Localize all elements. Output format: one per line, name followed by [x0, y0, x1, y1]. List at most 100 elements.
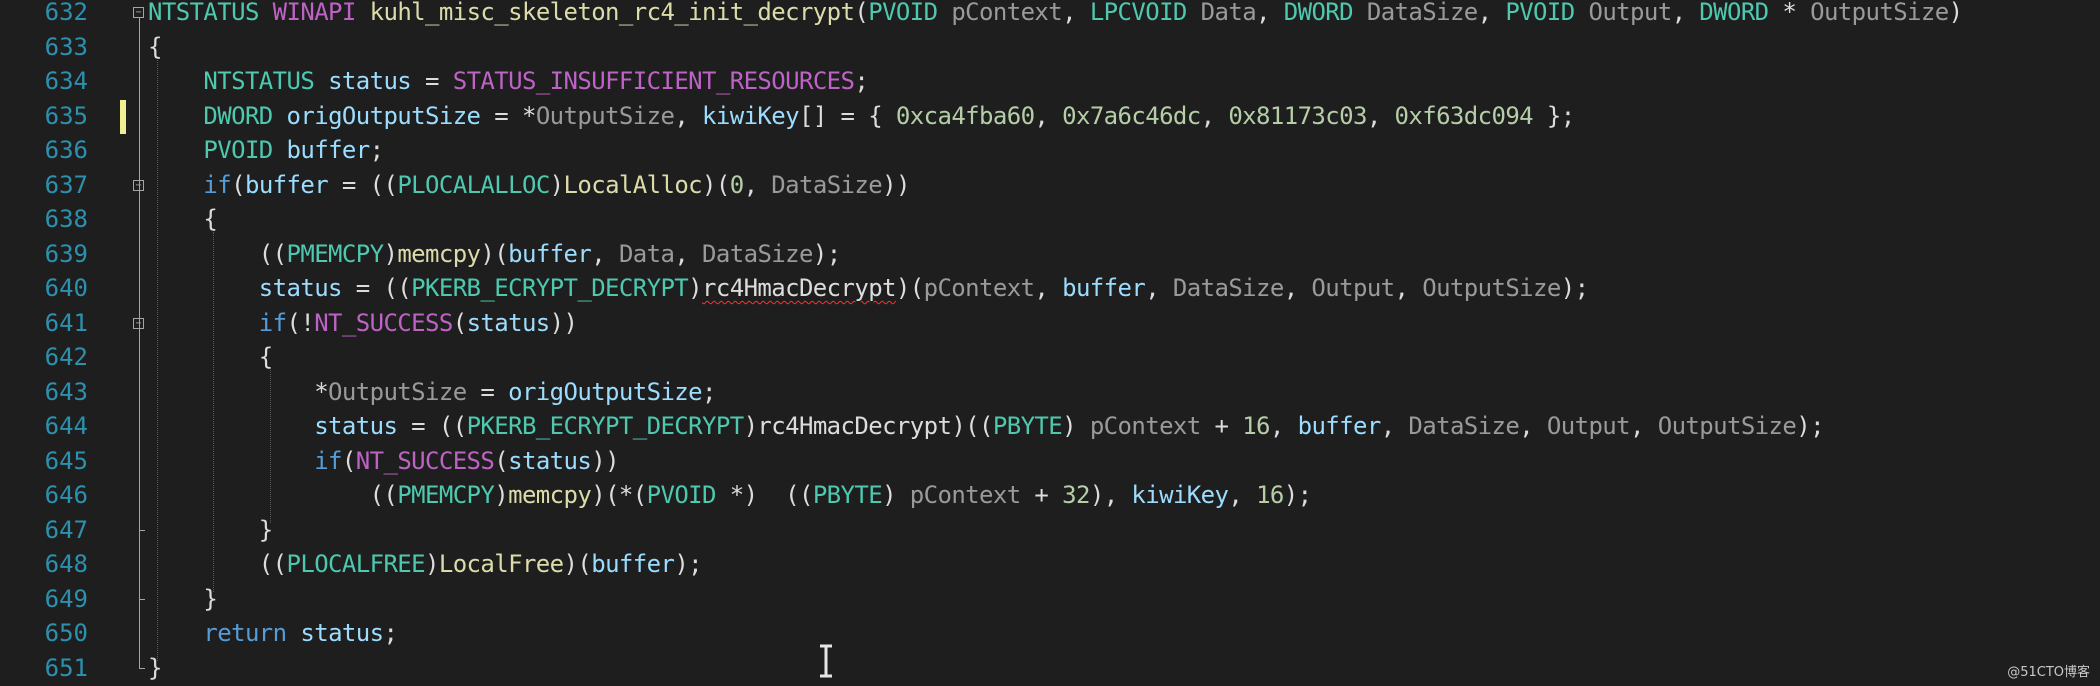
- code-token: NTSTATUS: [148, 0, 259, 26]
- code-token: OutputSize: [1422, 274, 1561, 302]
- line-number: 650: [44, 619, 88, 647]
- line-number: 643: [44, 377, 88, 406]
- code-token: 16: [1242, 412, 1270, 440]
- code-token: (!: [286, 308, 315, 337]
- code-token: ,: [1283, 274, 1312, 302]
- code-token: );: [1283, 481, 1312, 509]
- code-token: Output: [1588, 0, 1672, 26]
- code-token: *: [148, 377, 329, 406]
- code-token: )): [591, 446, 619, 475]
- code-token: ((: [148, 239, 287, 268]
- code-token: ,: [743, 170, 772, 199]
- code-token: ),: [1089, 481, 1132, 509]
- code-token: ): [425, 550, 439, 578]
- code-token: pContext: [1089, 412, 1201, 440]
- code-line[interactable]: }: [148, 513, 273, 548]
- code-token: WINAPI: [272, 0, 357, 26]
- error-squiggle-token: rc4HmacDecrypt: [702, 274, 896, 302]
- code-token: (: [494, 446, 509, 475]
- code-token: if: [203, 170, 232, 199]
- code-token: kuhl_misc_skeleton_rc4_init_decrypt: [369, 0, 855, 26]
- code-token: }: [148, 653, 162, 682]
- code-token: status: [300, 619, 384, 647]
- code-token: (: [231, 170, 245, 199]
- code-token: = ((: [328, 170, 398, 199]
- line-number: 647: [44, 515, 88, 544]
- code-line[interactable]: {: [148, 202, 217, 237]
- code-token: ((: [148, 550, 287, 578]
- code-token: {: [148, 32, 162, 61]
- code-line[interactable]: status = ((PKERB_ECRYPT_DECRYPT)rc4HmacD…: [148, 409, 1824, 444]
- line-number: 640: [44, 274, 88, 302]
- code-line[interactable]: ((PMEMCPY)memcpy)(buffer, Data, DataSize…: [148, 237, 841, 272]
- line-number: 645: [44, 446, 88, 475]
- code-token: PMEMCPY: [286, 239, 385, 268]
- code-line[interactable]: if(buffer = ((PLOCALALLOC)LocalAlloc)(0,…: [148, 168, 910, 203]
- code-token: ): [743, 412, 758, 440]
- code-token: ,: [1394, 274, 1423, 302]
- code-token: STATUS_INSUFFICIENT_RESOURCES: [452, 67, 855, 95]
- line-number: 634: [44, 67, 88, 95]
- code-token: )(*(: [591, 481, 647, 509]
- code-editor[interactable]: 632 633 634 635 636 637 638 639 640 641 642 643 644 6…: [0, 0, 2100, 686]
- code-token: ,: [1366, 101, 1395, 130]
- code-token: status: [314, 412, 398, 440]
- code-line[interactable]: {: [148, 30, 162, 65]
- code-token: if: [258, 308, 287, 337]
- code-token: pContext: [909, 481, 1021, 509]
- code-token: return: [203, 619, 287, 647]
- code-line[interactable]: {: [148, 340, 273, 375]
- code-line[interactable]: NTSTATUS status = STATUS_INSUFFICIENT_RE…: [148, 64, 868, 99]
- code-token: Output: [1546, 412, 1631, 440]
- code-token: ,: [674, 239, 703, 268]
- code-line[interactable]: ((PMEMCPY)memcpy)(*(PVOID *) ((PBYTE) pC…: [148, 478, 1312, 513]
- code-token: 0x7a6c46dc: [1062, 101, 1201, 130]
- code-line[interactable]: PVOID buffer;: [148, 133, 384, 168]
- code-line[interactable]: DWORD origOutputSize = *OutputSize, kiwi…: [148, 99, 1575, 134]
- code-token: ;: [702, 377, 716, 406]
- code-token: ): [383, 239, 398, 268]
- code-line[interactable]: }: [148, 582, 217, 617]
- code-token: );: [812, 239, 841, 268]
- code-token: =: [466, 377, 509, 406]
- code-token: DataSize: [702, 239, 813, 268]
- collapse-icon[interactable]: −: [133, 7, 144, 18]
- code-token: buffer: [508, 239, 592, 268]
- code-token: status: [508, 446, 592, 475]
- code-token: = *: [480, 101, 536, 130]
- code-line[interactable]: return status;: [148, 616, 398, 651]
- code-line[interactable]: status = ((PKERB_ECRYPT_DECRYPT)rc4HmacD…: [148, 271, 1589, 306]
- code-line[interactable]: *OutputSize = origOutputSize;: [148, 375, 716, 410]
- code-token: OutputSize: [328, 377, 467, 406]
- code-token: pContext: [951, 0, 1063, 26]
- code-token: ,: [1269, 412, 1298, 440]
- code-line[interactable]: if(NT_SUCCESS(status)): [148, 444, 619, 479]
- fold-end: [139, 529, 145, 531]
- code-token: ,: [1145, 274, 1173, 302]
- code-token: status: [466, 308, 551, 337]
- code-line[interactable]: }: [148, 651, 162, 686]
- code-token: 16: [1256, 481, 1284, 509]
- line-number: 644: [44, 412, 88, 440]
- code-token: );: [674, 550, 703, 578]
- code-token: DataSize: [771, 170, 883, 199]
- code-token: PMEMCPY: [397, 481, 495, 509]
- line-number: 636: [44, 136, 88, 164]
- code-token: pContext: [923, 274, 1035, 302]
- code-token: )): [549, 308, 578, 337]
- code-line[interactable]: NTSTATUS WINAPI kuhl_misc_skeleton_rc4_i…: [148, 0, 1963, 30]
- code-token: =: [411, 67, 453, 95]
- code-token: PKERB_ECRYPT_DECRYPT: [411, 274, 689, 302]
- code-line[interactable]: ((PLOCALFREE)LocalFree)(buffer);: [148, 547, 703, 582]
- code-token: )(: [563, 550, 592, 578]
- code-token: buffer: [244, 170, 329, 199]
- code-token: origOutputSize: [286, 101, 481, 130]
- code-token: ,: [1062, 0, 1090, 26]
- indent-guide: [213, 232, 214, 592]
- fold-end: [139, 598, 145, 600]
- code-token: ): [1948, 0, 1963, 26]
